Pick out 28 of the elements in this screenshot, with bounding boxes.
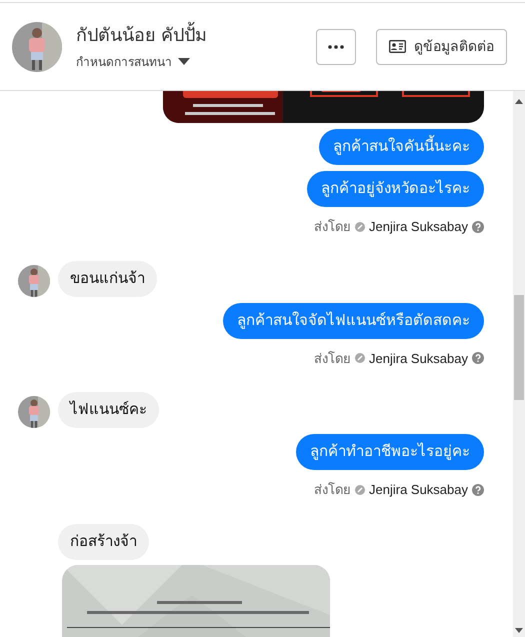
caret-icon	[178, 58, 190, 66]
scrollbar[interactable]	[513, 91, 525, 637]
avatar	[12, 22, 62, 72]
message-bubble: ลูกค้าทำอาชีพอะไรอยู่คะ	[296, 434, 484, 470]
message-bubble: ลูกค้าอยู่จังหวัดอะไรคะ	[307, 171, 484, 207]
contact-info-button[interactable]: ดูข้อมูลติดต่อ	[376, 28, 507, 64]
message-bubble: ลูกค้าสนใจจัดไฟแนนซ์หรือตัดสดคะ	[223, 302, 484, 338]
sent-by-label: ส่งโดย	[314, 481, 351, 499]
sender-name: Jenjira Suksabay	[369, 218, 468, 236]
help-icon[interactable]	[472, 484, 484, 496]
message-bubble: ลูกค้าสนใจคันนี้นะคะ	[319, 129, 484, 165]
more-icon	[328, 44, 344, 48]
message-bubble: ไฟแนนซ์คะ	[58, 392, 159, 428]
help-icon[interactable]	[472, 220, 484, 233]
help-icon[interactable]	[472, 352, 484, 364]
sent-by-label: ส่งโดย	[314, 350, 351, 368]
sender-name: Jenjira Suksabay	[369, 481, 468, 499]
scroll-thumb[interactable]	[514, 295, 524, 400]
sent-by-label: ส่งโดย	[314, 218, 351, 236]
conversation-dropdown[interactable]: กำหนดการสนทนา	[76, 53, 208, 71]
message-bubble: ขอนแก่นจ้า	[58, 260, 157, 296]
scroll-up-icon[interactable]	[515, 99, 523, 104]
id-card-icon	[389, 40, 406, 53]
message-bubble: ก่อสร้างจ้า	[58, 524, 149, 560]
scroll-down-icon[interactable]	[515, 628, 523, 633]
contact-name: กัปตันน้อย คัปปั้ม	[76, 22, 208, 49]
sender-name: Jenjira Suksabay	[369, 350, 468, 368]
more-button[interactable]	[316, 28, 356, 64]
